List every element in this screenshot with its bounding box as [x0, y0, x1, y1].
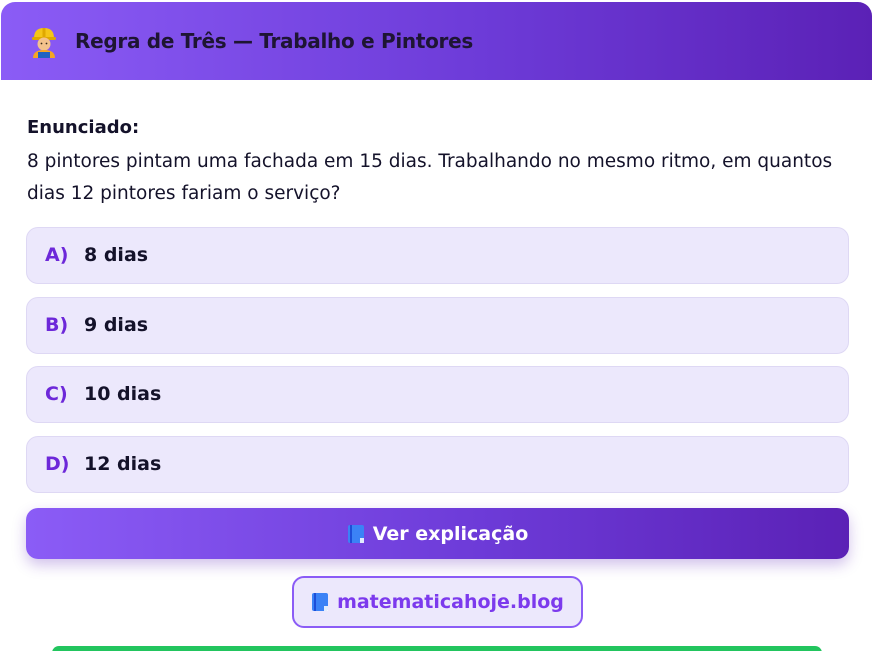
option-letter: A)	[45, 244, 69, 266]
option-letter: D)	[45, 453, 70, 475]
option-letter: B)	[45, 314, 69, 336]
question-text: 8 pintores pintam uma fachada em 15 dias…	[27, 151, 833, 204]
show-explanation-button[interactable]: Ver explicação	[26, 508, 849, 559]
option-text: 8 dias	[84, 244, 149, 266]
quiz-header: Regra de Três — Trabalho e Pintores	[1, 2, 872, 80]
explain-button-label: Ver explicação	[372, 522, 529, 545]
green-action-button[interactable]	[52, 646, 822, 651]
quiz-card: Regra de Três — Trabalho e Pintores Enun…	[0, 0, 872, 651]
blog-link-label: matematicahoje.blog	[337, 591, 564, 613]
book-icon	[312, 593, 329, 611]
option-b[interactable]: B) 9 dias	[26, 297, 849, 354]
option-text: 9 dias	[84, 314, 149, 336]
blog-link[interactable]: matematicahoje.blog	[292, 576, 583, 628]
quiz-title: Regra de Três — Trabalho e Pintores	[75, 29, 473, 53]
construction-worker-icon	[32, 28, 56, 58]
question-label: Enunciado:	[27, 117, 140, 138]
option-text: 12 dias	[84, 453, 162, 475]
book-icon	[347, 524, 364, 543]
option-a[interactable]: A) 8 dias	[26, 227, 849, 284]
option-d[interactable]: D) 12 dias	[26, 436, 849, 493]
option-c[interactable]: C) 10 dias	[26, 366, 849, 423]
option-text: 10 dias	[84, 383, 162, 405]
option-letter: C)	[45, 383, 68, 405]
